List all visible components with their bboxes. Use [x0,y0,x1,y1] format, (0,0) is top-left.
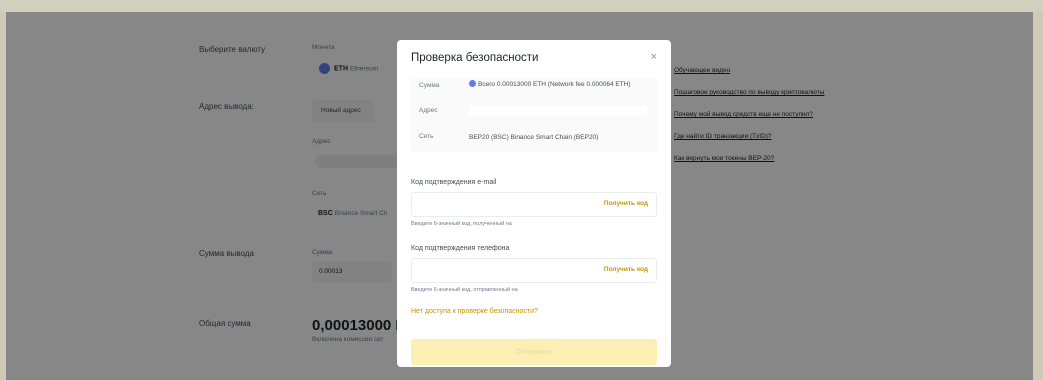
security-verification-modal: Проверка безопасности × Сумма Всего 0.00… [397,40,671,367]
summary-amount-value: Всего 0.00013000 ETH (Network fee 0.0000… [469,80,651,89]
submit-button[interactable]: Отправить [411,339,657,365]
summary-network-value: BEP20 (BSC) Binance Smart Chain (BEP20) [469,134,599,141]
window-frame-right [1033,12,1043,380]
phone-code-input[interactable] [418,259,592,283]
email-code-field: Получить код [411,192,657,217]
summary-network-label: Сеть [419,133,434,140]
summary-amount-text: Всего 0.00013000 ETH (Network fee 0.0000… [478,81,631,88]
summary-amount-label: Сумма [419,82,440,89]
withdraw-page: Выберите валюту Монета ETH Ethereum Адре… [6,12,1033,380]
phone-code-label: Код подтверждения телефона [411,245,510,252]
phone-get-code-button[interactable]: Получить код [604,266,648,273]
summary-address-value [469,106,647,116]
eth-icon [469,80,476,87]
close-icon[interactable]: × [651,51,657,63]
email-code-input[interactable] [418,193,592,217]
no-access-link[interactable]: Нет доступа к проверке безопасности? [411,308,538,315]
withdraw-summary: Сумма Всего 0.00013000 ETH (Network fee … [411,78,657,152]
modal-title: Проверка безопасности [411,52,539,64]
email-code-label: Код подтверждения e-mail [411,179,497,186]
summary-address-label: Адрес [419,107,438,114]
email-get-code-button[interactable]: Получить код [604,200,648,207]
phone-code-field: Получить код [411,258,657,283]
window-frame-top [0,0,1043,12]
phone-code-hint: Введите 6-значный код, отправленный на [411,287,518,293]
email-code-hint: Введите 6-значный код, полученный на [411,221,512,227]
